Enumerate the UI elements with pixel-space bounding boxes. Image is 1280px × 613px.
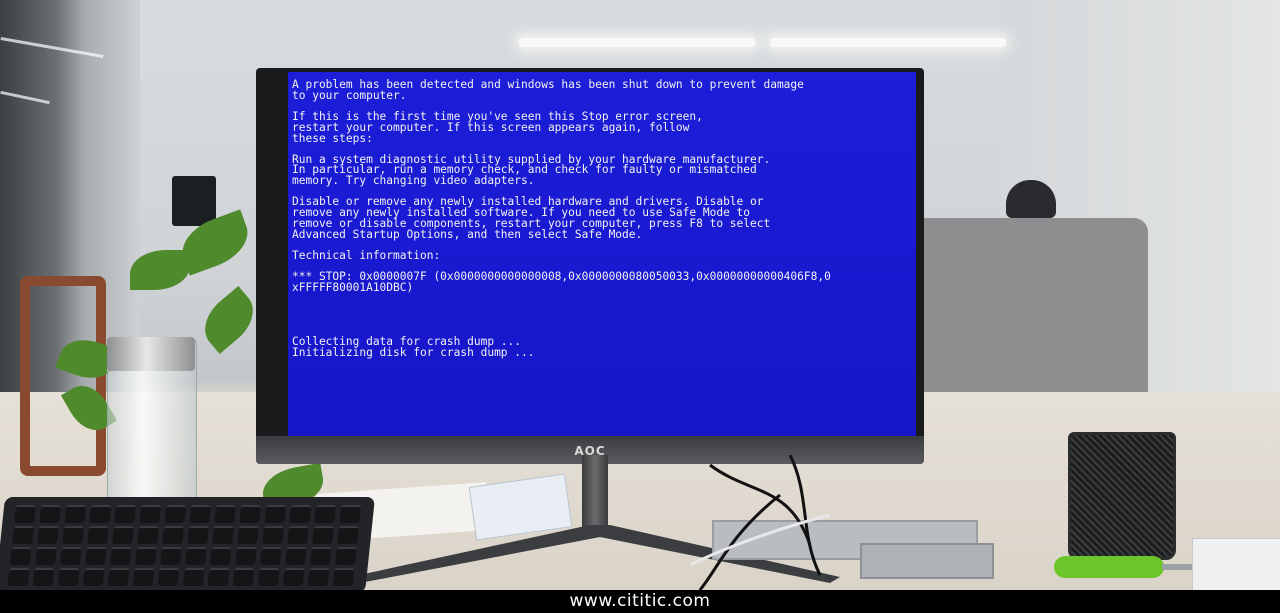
bsod-line: Disable or remove any newly installed ha… xyxy=(292,195,771,241)
keyboard-key xyxy=(209,547,232,565)
keyboard-key xyxy=(34,547,57,565)
keyboard-key xyxy=(109,547,132,565)
keyboard-key xyxy=(264,505,287,523)
keyboard-key xyxy=(87,526,109,544)
bsod-line: Run a system diagnostic utility supplied… xyxy=(292,152,771,188)
keyboard-key xyxy=(284,547,307,565)
keyboard-key xyxy=(114,505,137,523)
keyboard-key xyxy=(9,547,32,565)
keyboard-key xyxy=(232,568,255,586)
keyboard-key xyxy=(314,505,337,523)
bsod-stop-code: *** STOP: 0x0000007F (0x0000000000000008… xyxy=(292,269,831,294)
keyboard-key xyxy=(307,568,330,586)
monitor-stand xyxy=(582,455,608,530)
wall-access-panel xyxy=(172,176,216,226)
keyboard-key xyxy=(62,526,84,544)
keyboard-key xyxy=(12,526,34,544)
bsod-line: If this is the first time you've seen th… xyxy=(292,109,703,145)
keyboard-key xyxy=(134,547,157,565)
keyboard-key xyxy=(132,568,155,586)
keyboard-key xyxy=(82,568,105,586)
keyboard-key xyxy=(214,505,237,523)
keyboard-key xyxy=(32,568,55,586)
keyboard-key xyxy=(159,547,182,565)
keyboard-key xyxy=(89,505,112,523)
keyboard-key xyxy=(289,505,312,523)
keyboard-key xyxy=(64,505,87,523)
cables xyxy=(690,455,831,591)
keyboard-key xyxy=(39,505,62,523)
keyboard-key xyxy=(112,526,134,544)
keyboard-key xyxy=(262,526,284,544)
keyboard-key xyxy=(259,547,282,565)
person-head xyxy=(1006,180,1056,218)
keyboard-key xyxy=(7,568,30,586)
keyboard-key xyxy=(187,526,209,544)
ceiling-light xyxy=(770,38,1006,47)
keyboard-key xyxy=(182,568,205,586)
keyboard-key xyxy=(234,547,257,565)
keyboard-key xyxy=(84,547,107,565)
keyboard-key xyxy=(212,526,234,544)
keyboard-key xyxy=(237,526,259,544)
keyboard-key xyxy=(57,568,80,586)
keyboard-key xyxy=(59,547,82,565)
keyboard-key xyxy=(339,505,362,523)
keyboard-key xyxy=(309,547,332,565)
keyboard-key xyxy=(287,526,309,544)
keyboard-key xyxy=(239,505,262,523)
keyboard-key xyxy=(137,526,159,544)
keyboard-key xyxy=(139,505,162,523)
keyboard-key xyxy=(334,547,357,565)
bsod-line: Collecting data for crash dump ... Initi… xyxy=(292,334,535,359)
blue-screen-of-death: A problem has been detected and windows … xyxy=(288,72,916,436)
keyboard-key xyxy=(282,568,305,586)
mesh-pen-holder xyxy=(1068,432,1176,560)
plant-leaf xyxy=(193,286,265,354)
monitor: A problem has been detected and windows … xyxy=(256,68,924,464)
watermark-text: www.cititic.com xyxy=(569,591,711,611)
ceiling-light xyxy=(519,38,755,47)
bsod-line: A problem has been detected and windows … xyxy=(292,78,804,102)
mechanical-keyboard xyxy=(0,497,376,593)
glass-water-bottle xyxy=(107,337,197,515)
metal-bracket xyxy=(860,543,994,579)
keyboard-key xyxy=(157,568,180,586)
bsod-line: Technical information: xyxy=(292,248,441,262)
keyboard-key xyxy=(14,505,37,523)
keyboard-key xyxy=(189,505,212,523)
green-screwdriver xyxy=(1054,556,1192,578)
keyboard-key xyxy=(257,568,280,586)
office-desk-photo: A problem has been detected and windows … xyxy=(0,0,1280,613)
keyboard-key xyxy=(332,568,355,586)
keyboard-key xyxy=(184,547,207,565)
keyboard-key xyxy=(312,526,334,544)
keyboard-key xyxy=(337,526,359,544)
keyboard-key xyxy=(164,505,187,523)
keyboard-key xyxy=(107,568,130,586)
plastic-case xyxy=(1192,538,1280,592)
keyboard-key xyxy=(207,568,230,586)
keyboard-key xyxy=(37,526,59,544)
keyboard-key xyxy=(162,526,184,544)
watermark-bar: www.cititic.com xyxy=(0,590,1280,613)
